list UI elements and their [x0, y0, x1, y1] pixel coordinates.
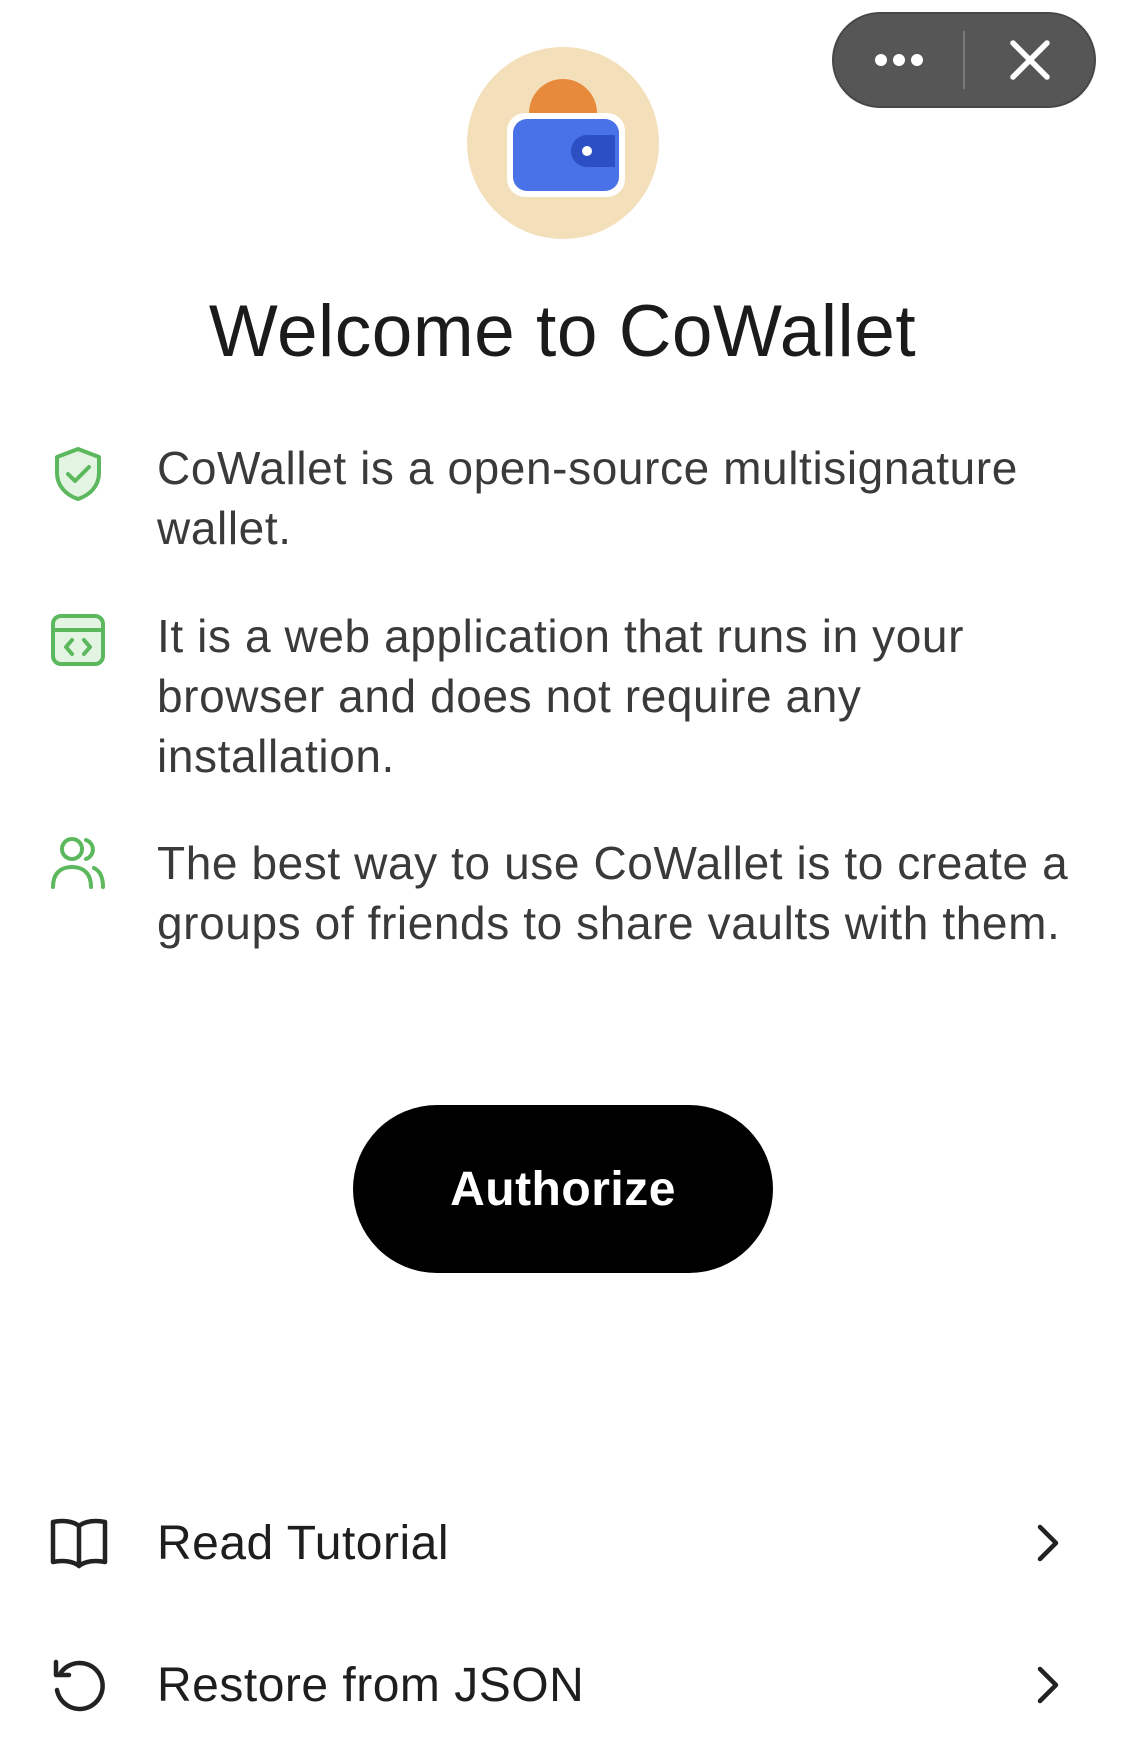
read-tutorial-label: Read Tutorial	[157, 1516, 449, 1570]
restore-icon	[53, 1659, 105, 1712]
restore-json-label: Restore from JSON	[157, 1658, 585, 1712]
window-capsule	[832, 12, 1096, 108]
authorize-button[interactable]: Authorize	[353, 1105, 773, 1273]
close-button[interactable]	[965, 14, 1094, 106]
close-icon	[1009, 40, 1050, 80]
app-logo	[467, 47, 659, 239]
feature-text: It is a web application that runs in you…	[157, 610, 965, 782]
shield-check-icon	[55, 447, 101, 501]
chevron-right-icon	[1037, 1666, 1059, 1704]
book-open-icon	[50, 1518, 108, 1569]
feature-text: CoWallet is a open-source multisignature…	[157, 442, 1018, 554]
more-button[interactable]	[834, 14, 963, 106]
page-title: Welcome to CoWallet	[208, 291, 917, 372]
restore-json-row[interactable]: Restore from JSON	[0, 1630, 1125, 1740]
welcome-screen: Welcome to CoWallet CoWallet is a open-s…	[0, 0, 1125, 1762]
users-icon	[51, 837, 105, 889]
wallet-logo-icon	[507, 79, 625, 197]
feature-text: The best way to use CoWallet is to creat…	[157, 837, 1069, 949]
more-horizontal-icon	[874, 54, 923, 66]
read-tutorial-row[interactable]: Read Tutorial	[0, 1488, 1125, 1598]
browser-code-icon	[51, 614, 105, 666]
chevron-right-icon	[1037, 1524, 1059, 1562]
